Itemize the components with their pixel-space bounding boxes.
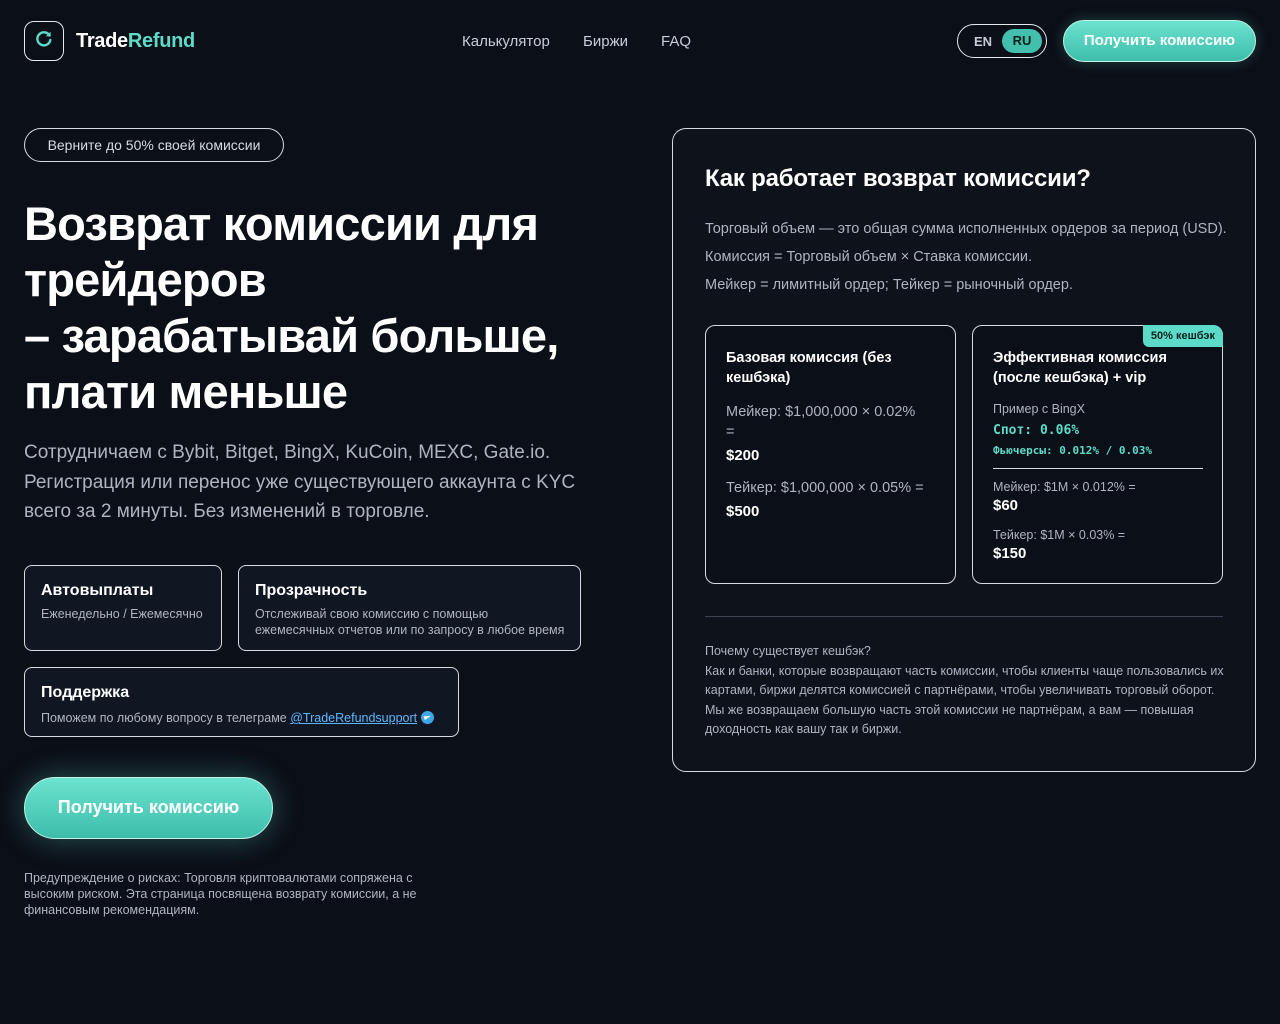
why-cashback-line: доходность как вашу так и биржи. [705, 722, 902, 736]
why-cashback-title: Почему существует кешбэк? [705, 644, 871, 658]
feature-subtitle: Отслеживай свою комиссию с помощью ежеме… [255, 606, 564, 638]
card-title: Базовая комиссия (без кешбэка) [726, 348, 936, 388]
futures-rate: Фьючерсы: 0.012% / 0.03% [993, 444, 1152, 457]
how-it-works-panel: Как работает возврат комиссии? Торговый … [672, 128, 1256, 772]
feature-subtitle: Еженедельно / Ежемесячно [41, 607, 203, 621]
base-commission-card: Базовая комиссия (без кешбэка) Мейкер: $… [705, 325, 956, 584]
cashback-tag: 50% кешбэк [1142, 325, 1223, 347]
get-commission-main-button[interactable]: Получить комиссию [24, 777, 273, 839]
feature-card-transparency: Прозрачность Отслеживай свою комиссию с … [238, 565, 581, 651]
panel-divider [705, 616, 1223, 617]
definition-line: Мейкер = лимитный ордер; Тейкер = рыночн… [705, 277, 1073, 293]
taker-formula: Тейкер: $1M × 0.03% = [993, 528, 1126, 542]
hero-title-line: плати меньше [24, 365, 348, 418]
hero-title-line: трейдеров [24, 253, 267, 306]
feature-title: Поддержка [41, 684, 130, 701]
why-cashback-line: Мы же возвращаем большую часть этой коми… [705, 702, 1194, 717]
why-cashback-section: Почему существует кешбэк? Как и банки, к… [705, 642, 1235, 740]
nav-calculator[interactable]: Калькулятор [462, 33, 550, 50]
hero-subtitle-line: Сотрудничаем с Bybit, Bitget, BingX, KuC… [24, 442, 551, 463]
panel-definitions: Торговый объем — это общая сумма исполне… [705, 215, 1245, 299]
taker-formula: Тейкер: $1,000,000 × 0.05% = [726, 480, 924, 496]
lang-en-option[interactable]: EN [974, 34, 992, 49]
effective-commission-card: 50% кешбэк Эффективная комиссия (после к… [972, 325, 1223, 584]
nav-faq[interactable]: FAQ [661, 33, 691, 50]
lang-ru-option[interactable]: RU [1002, 29, 1042, 53]
card-title-line: Эффективная комиссия [993, 350, 1167, 366]
hero-title-line: Возврат комиссии для [24, 197, 539, 250]
maker-formula: Мейкер: $1M × 0.012% = [993, 480, 1136, 494]
support-text: Поможем по любому вопросу в телеграме [41, 711, 287, 725]
telegram-support-link[interactable]: @TradeRefundsupport [290, 711, 417, 725]
card-divider [993, 468, 1203, 469]
maker-formula-line: Мейкер: $1,000,000 × 0.02% [726, 404, 916, 420]
maker-formula: Мейкер: $1,000,000 × 0.02% = [726, 402, 941, 442]
why-cashback-line: Как и банки, которые возвращают часть ко… [705, 663, 1224, 678]
hero-title: Возврат комиссии для трейдеров – зарабат… [24, 196, 624, 420]
feature-title: Автовыплаты [41, 582, 154, 599]
get-commission-header-button[interactable]: Получить комиссию [1063, 20, 1256, 62]
hero-subtitle-line: Регистрация или перенос уже существующег… [24, 471, 576, 493]
feature-subtitle: Поможем по любому вопросу в телеграме @T… [41, 710, 435, 726]
risk-warning: Предупреждение о рисках: Торговля крипто… [24, 870, 444, 918]
risk-warning-line: финансовым рекомендациям. [24, 903, 200, 917]
maker-value: $60 [993, 497, 1019, 514]
card-title-line: кешбэка) [726, 370, 791, 386]
card-title-line: (после кешбэка) + vip [993, 370, 1147, 386]
definition-line: Комиссия = Торговый объем × Ставка комис… [705, 249, 1033, 265]
definition-line: Торговый объем — это общая сумма исполне… [705, 221, 1227, 237]
card-title-line: Базовая комиссия (без [726, 350, 892, 366]
nav-exchanges[interactable]: Биржи [583, 33, 628, 50]
taker-value: $500 [726, 503, 760, 520]
hero-subtitle-line: всего за 2 минуты. Без изменений в торго… [24, 501, 430, 522]
feature-title: Прозрачность [255, 582, 368, 599]
taker-value: $150 [993, 545, 1027, 562]
language-switcher: EN RU [957, 24, 1047, 58]
feature-card-support: Поддержка Поможем по любому вопросу в те… [24, 667, 459, 737]
risk-warning-line: высоким риском. Эта страница посвящена в… [24, 887, 417, 901]
panel-title: Как работает возврат комиссии? [705, 165, 1091, 192]
hero-title-line: – зарабатывай больше, [24, 309, 559, 362]
refund-badge: Верните до 50% своей комиссии [24, 128, 284, 162]
feature-subtitle-line: Отслеживай свою комиссию с помощью [255, 607, 489, 621]
feature-card-autopayouts: Автовыплаты Еженедельно / Ежемесячно [24, 565, 222, 651]
maker-value: $200 [726, 447, 760, 464]
spot-rate: Спот: 0.06% [993, 423, 1080, 438]
why-cashback-line: картами, биржи делятся комиссией с партн… [705, 683, 1215, 697]
card-title: Эффективная комиссия (после кешбэка) + v… [993, 348, 1203, 388]
hero-subtitle: Сотрудничаем с Bybit, Bitget, BingX, KuC… [24, 438, 604, 527]
example-label: Пример с BingX [993, 402, 1085, 416]
maker-formula-line: = [726, 424, 735, 440]
risk-warning-line: Предупреждение о рисках: Торговля крипто… [24, 871, 413, 885]
telegram-icon[interactable] [421, 711, 435, 724]
feature-subtitle-line: ежемесячных отчетов или по запросу в люб… [255, 623, 565, 637]
